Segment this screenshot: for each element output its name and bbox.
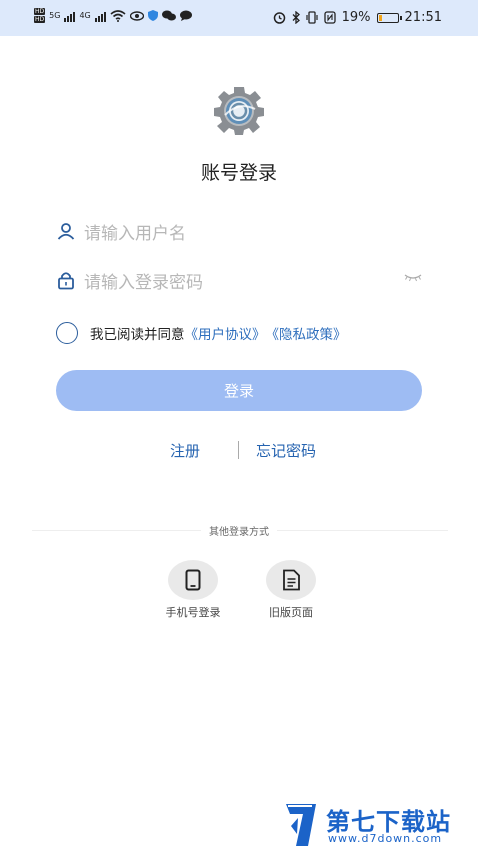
- register-link[interactable]: 注册: [170, 440, 200, 461]
- battery-percent: 19%: [341, 10, 371, 25]
- page-title: 账号登录: [200, 162, 277, 184]
- username-placeholder: 请输入用户名: [84, 223, 186, 244]
- hd-badge-1: HD: [34, 8, 46, 15]
- alarm-icon: [273, 12, 285, 24]
- hd-badge-2: HD: [34, 16, 46, 23]
- battery-icon: [376, 12, 402, 23]
- network-4g-label: 4G: [79, 11, 91, 20]
- login-button[interactable]: 登录: [56, 370, 422, 411]
- shield-icon: [147, 10, 158, 21]
- agreement-checkbox[interactable]: [56, 322, 78, 344]
- other-login-title-row: 其他登录方式: [0, 523, 478, 538]
- phone-login-label: 手机号登录: [165, 606, 221, 619]
- password-visibility-toggle-icon[interactable]: [404, 271, 422, 283]
- forgot-password-link[interactable]: 忘记密码: [256, 440, 316, 461]
- phone-icon: [185, 569, 201, 591]
- link-divider: [238, 441, 239, 459]
- watermark: 第七下载站 www.d7down.com: [282, 800, 472, 850]
- other-login-title: 其他登录方式: [201, 527, 277, 538]
- status-right: 19% 21:51: [273, 10, 442, 25]
- hd-badges: HD HD: [34, 8, 46, 23]
- legacy-page-label: 旧版页面: [269, 606, 313, 619]
- watermark-url: www.d7down.com: [328, 832, 443, 845]
- account-links: 注册 忘记密码: [0, 440, 478, 460]
- password-field[interactable]: 请输入登录密码: [56, 265, 426, 295]
- wechat-icon: [161, 10, 176, 21]
- status-left: HD HD 5G 4G: [34, 8, 192, 23]
- user-icon: [57, 223, 75, 240]
- password-placeholder: 请输入登录密码: [84, 272, 203, 293]
- network-5g-label: 5G: [49, 11, 61, 20]
- legacy-page-circle: [266, 560, 316, 600]
- document-icon: [283, 569, 300, 591]
- lock-icon: [58, 272, 74, 290]
- vibrate-icon: [306, 11, 318, 24]
- nfc-icon: [323, 11, 336, 24]
- watermark-logo-icon: [286, 804, 316, 846]
- wifi-icon: [110, 9, 126, 22]
- app-logo-gear-icon: [214, 87, 264, 135]
- phone-login-option[interactable]: 手机号登录: [153, 560, 233, 620]
- user-agreement-link[interactable]: 《用户协议》: [185, 323, 266, 343]
- username-field[interactable]: 请输入用户名: [56, 216, 426, 246]
- phone-login-circle: [168, 560, 218, 600]
- signal-4g-icon: [94, 10, 106, 22]
- legacy-page-option[interactable]: 旧版页面: [251, 560, 331, 620]
- battery-fill: [378, 14, 382, 21]
- message-icon: [179, 10, 192, 21]
- signal-5g-icon: [64, 10, 76, 22]
- agreement-text: 我已阅读并同意: [90, 327, 185, 343]
- status-bar: HD HD 5G 4G 19% 21:51: [0, 0, 478, 36]
- eye-icon: [129, 10, 144, 21]
- agreement-row: 我已阅读并同意 《用户协议》 《隐私政策》: [56, 322, 347, 344]
- bluetooth-icon: [292, 11, 300, 24]
- clock: 21:51: [404, 10, 442, 25]
- privacy-policy-link[interactable]: 《隐私政策》: [266, 323, 347, 343]
